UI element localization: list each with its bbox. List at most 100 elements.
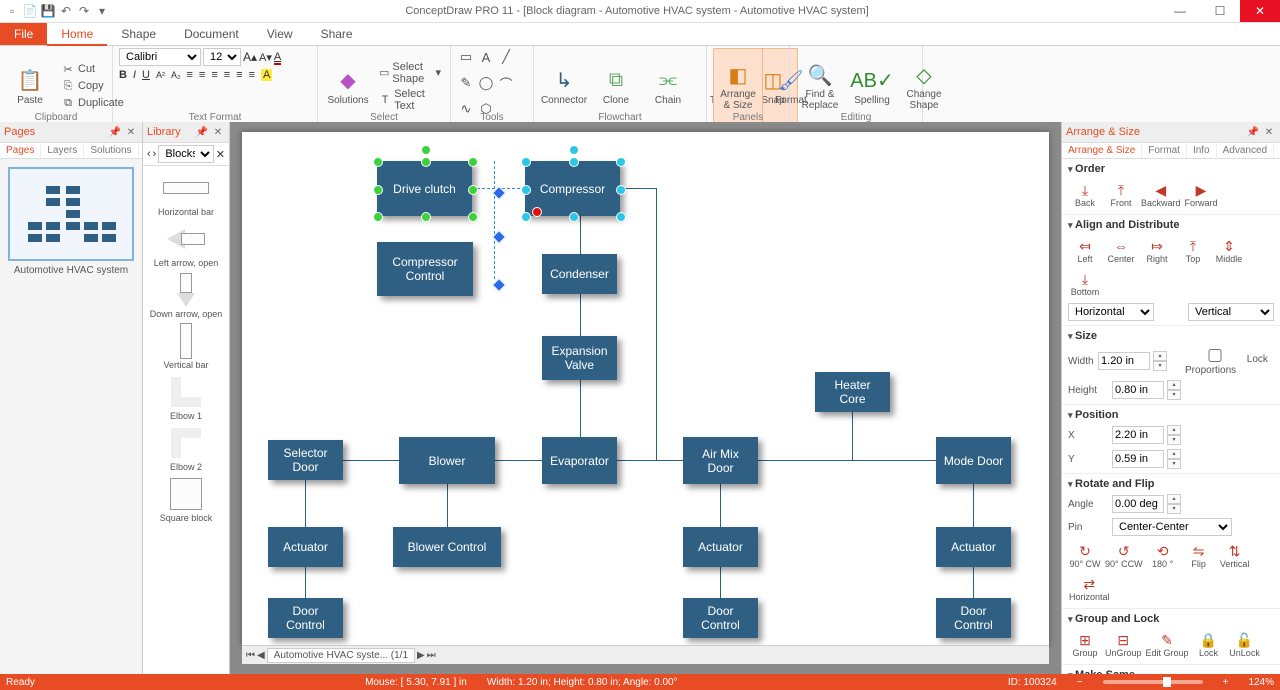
connector[interactable] [580,294,581,336]
lib-item-horizontal-bar[interactable]: Horizontal bar [145,170,227,217]
lib-item-square-block[interactable]: Square block [145,476,227,523]
grp-row-ungroup[interactable]: ⊟UnGroup [1104,629,1143,660]
valign-top-icon[interactable]: ≡ [224,69,230,81]
pages-tab-layers[interactable]: Layers [41,143,84,158]
sheet-first-icon[interactable]: ⏮ [246,650,255,661]
connector[interactable] [305,480,306,527]
block-evaporator[interactable]: Evaporator [542,437,617,484]
sheet-tab[interactable]: Automotive HVAC syste... (1/1 [267,648,415,663]
block-door-control-3[interactable]: Door Control [936,598,1011,638]
connector[interactable] [720,484,721,527]
y-input[interactable] [1112,450,1164,468]
block-door-control-1[interactable]: Door Control [268,598,343,638]
pin-icon[interactable]: 📌 [195,125,209,139]
rot-row-vertical[interactable]: ⇅Vertical [1218,540,1252,571]
dist-v-select[interactable]: Vertical [1188,303,1274,321]
redo-icon[interactable]: ↷ [76,3,92,19]
order-row-forward[interactable]: ▶Forward [1184,179,1219,210]
tab-shape[interactable]: Shape [107,23,170,45]
select-text-button[interactable]: TSelect Text [376,87,444,113]
rot-row-90-cw[interactable]: ↻90° CW [1068,540,1102,571]
block-expansion-valve[interactable]: Expansion Valve [542,336,617,380]
lib-item-down-arrow-open[interactable]: Down arrow, open [145,272,227,319]
pin-select[interactable]: Center-Center [1112,518,1232,536]
valign-mid-icon[interactable]: ≡ [236,69,242,81]
save-icon[interactable]: 💾 [40,3,56,19]
font-color-icon[interactable]: A [274,51,281,63]
lib-item-elbow-1[interactable]: Elbow 1 [145,374,227,421]
qat-dropdown-icon[interactable]: ▾ [94,3,110,19]
increase-font-icon[interactable]: A▴ [243,50,257,64]
grp-row-unlock[interactable]: 🔓UnLock [1228,629,1262,660]
connector[interactable] [973,484,974,527]
block-drive-clutch[interactable]: Drive clutch [377,161,472,216]
italic-button[interactable]: I [133,69,136,81]
drawing-paper[interactable]: Drive clutchCompressorCompressor Control… [242,132,1049,646]
lib-close-icon[interactable]: ✕ [216,148,225,161]
tool-pencil-icon[interactable]: ✎ [457,74,475,92]
close-button[interactable]: ✕ [1240,0,1280,22]
width-input[interactable] [1098,352,1150,370]
maximize-button[interactable]: ☐ [1200,0,1240,22]
arr-tab-advanced[interactable]: Advanced [1217,143,1274,158]
rot-row-flip[interactable]: ⇋Flip [1182,540,1216,571]
zoom-out-icon[interactable]: − [1077,677,1083,688]
tool-rect-icon[interactable]: ▭ [457,48,475,66]
block-mode-door[interactable]: Mode Door [936,437,1011,484]
underline-button[interactable]: U [142,69,150,81]
sheet-last-icon[interactable]: ⏭ [427,650,436,661]
new-file-icon[interactable]: ▫ [4,3,20,19]
tab-view[interactable]: View [253,23,307,45]
tab-document[interactable]: Document [170,23,253,45]
zoom-in-icon[interactable]: + [1223,677,1229,688]
block-blower[interactable]: Blower [399,437,495,484]
valign-bot-icon[interactable]: ≡ [249,69,255,81]
lock-prop-checkbox[interactable] [1189,349,1241,362]
connector[interactable] [305,567,306,598]
grp-row-group[interactable]: ⊞Group [1068,629,1102,660]
tool-line-icon[interactable]: ╱ [497,48,515,66]
tool-text-icon[interactable]: A [477,48,495,66]
connector[interactable] [973,567,974,598]
block-blower-control[interactable]: Blower Control [393,527,501,567]
grp-row-edit-group[interactable]: ✎Edit Group [1145,629,1190,660]
subscript-icon[interactable]: A₂ [171,70,181,80]
order-row-front[interactable]: ⤒Front [1104,179,1138,210]
lib-item-left-arrow-open[interactable]: Left arrow, open [145,221,227,268]
x-input[interactable] [1112,426,1164,444]
pin-icon[interactable]: 📌 [1246,125,1260,139]
minimize-button[interactable]: — [1160,0,1200,22]
dist-h-select[interactable]: Horizontal [1068,303,1154,321]
zoom-slider[interactable] [1103,680,1203,684]
tab-share[interactable]: Share [307,23,367,45]
sheet-next-icon[interactable]: ▶ [417,650,425,661]
connector[interactable] [495,460,542,461]
rot-row-180-[interactable]: ⟲180 ° [1146,540,1180,571]
align-left-icon[interactable]: ≡ [186,69,192,81]
order-row-back[interactable]: ⤓Back [1068,179,1102,210]
align-row-top[interactable]: ⤒Top [1176,235,1210,266]
connector[interactable] [720,567,721,598]
block-condenser[interactable]: Condenser [542,254,617,294]
align-center-icon[interactable]: ≡ [199,69,205,81]
font-select[interactable]: Calibri [119,48,201,66]
block-actuator-2[interactable]: Actuator [683,527,758,567]
block-actuator-3[interactable]: Actuator [936,527,1011,567]
connector[interactable] [580,380,581,437]
highlight-icon[interactable]: A [261,69,272,81]
align-row-left[interactable]: ⤆Left [1068,235,1102,266]
lib-item-elbow-2[interactable]: Elbow 2 [145,425,227,472]
pages-tab-pages[interactable]: Pages [0,143,41,158]
angle-input[interactable] [1112,495,1164,513]
lib-next-icon[interactable]: › [153,148,157,160]
block-heater-core[interactable]: Heater Core [815,372,890,412]
rot-row-90-ccw[interactable]: ↺90° CCW [1104,540,1144,571]
align-row-center[interactable]: ⇔Center [1104,235,1138,266]
rot-row-horizontal[interactable]: ⇄Horizontal [1068,573,1111,604]
open-file-icon[interactable]: 📄 [22,3,38,19]
align-right-icon[interactable]: ≡ [211,69,217,81]
decrease-font-icon[interactable]: A▾ [259,51,272,64]
tool-ellipse-icon[interactable]: ◯ [477,74,495,92]
bold-button[interactable]: B [119,69,127,81]
sheet-prev-icon[interactable]: ◀ [257,650,265,661]
